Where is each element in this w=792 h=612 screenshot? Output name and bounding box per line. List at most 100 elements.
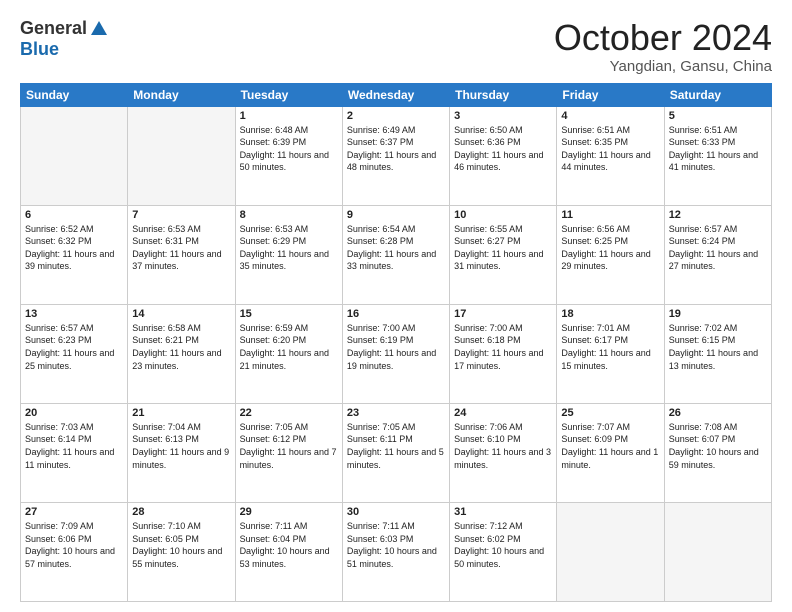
- col-header-tuesday: Tuesday: [235, 83, 342, 106]
- calendar-cell: 8Sunrise: 6:53 AM Sunset: 6:29 PM Daylig…: [235, 205, 342, 304]
- col-header-thursday: Thursday: [450, 83, 557, 106]
- calendar-cell: 25Sunrise: 7:07 AM Sunset: 6:09 PM Dayli…: [557, 403, 664, 502]
- day-info: Sunrise: 6:51 AM Sunset: 6:35 PM Dayligh…: [561, 124, 659, 174]
- col-header-saturday: Saturday: [664, 83, 771, 106]
- day-info: Sunrise: 7:00 AM Sunset: 6:18 PM Dayligh…: [454, 322, 552, 372]
- day-number: 22: [240, 407, 338, 419]
- day-info: Sunrise: 7:09 AM Sunset: 6:06 PM Dayligh…: [25, 520, 123, 570]
- calendar-header-row: SundayMondayTuesdayWednesdayThursdayFrid…: [21, 83, 772, 106]
- day-number: 20: [25, 407, 123, 419]
- week-row-1: 1Sunrise: 6:48 AM Sunset: 6:39 PM Daylig…: [21, 106, 772, 205]
- day-number: 9: [347, 209, 445, 221]
- calendar-cell: [21, 106, 128, 205]
- calendar-cell: 13Sunrise: 6:57 AM Sunset: 6:23 PM Dayli…: [21, 304, 128, 403]
- calendar-cell: [664, 502, 771, 601]
- day-number: 7: [132, 209, 230, 221]
- title-block: October 2024 Yangdian, Gansu, China: [554, 18, 772, 75]
- day-number: 5: [669, 110, 767, 122]
- day-info: Sunrise: 7:01 AM Sunset: 6:17 PM Dayligh…: [561, 322, 659, 372]
- calendar-cell: 21 Sunrise: 7:04 AM Sunset: 6:13 PM Dayli…: [128, 403, 235, 502]
- calendar-cell: 17 Sunrise: 7:00 AM Sunset: 6:18 PM Dayli…: [450, 304, 557, 403]
- day-number: 3: [454, 110, 552, 122]
- calendar-cell: 28 Sunrise: 7:10 AM Sunset: 6:05 PM Dayli…: [128, 502, 235, 601]
- day-info: Sunrise: 6:57 AM Sunset: 6:24 PM Dayligh…: [669, 223, 767, 273]
- col-header-friday: Friday: [557, 83, 664, 106]
- day-number: 10: [454, 209, 552, 221]
- calendar-cell: 27 Sunrise: 7:09 AM Sunset: 6:06 PM Dayli…: [21, 502, 128, 601]
- calendar-cell: 12 Sunrise: 6:57 AM Sunset: 6:24 PM Dayli…: [664, 205, 771, 304]
- calendar-cell: 26 Sunrise: 7:08 AM Sunset: 6:07 PM Dayli…: [664, 403, 771, 502]
- day-info: Sunrise: 7:05 AM Sunset: 6:12 PM Dayligh…: [240, 421, 338, 471]
- day-number: 2: [347, 110, 445, 122]
- calendar-cell: 1Sunrise: 6:48 AM Sunset: 6:39 PM Daylig…: [235, 106, 342, 205]
- logo-blue-text: Blue: [20, 39, 59, 60]
- day-info: Sunrise: 7:05 AM Sunset: 6:11 PM Dayligh…: [347, 421, 445, 471]
- day-number: 18: [561, 308, 659, 320]
- day-number: 27: [25, 506, 123, 518]
- day-info: Sunrise: 6:53 AM Sunset: 6:29 PM Dayligh…: [240, 223, 338, 273]
- day-info: Sunrise: 7:12 AM Sunset: 6:02 PM Dayligh…: [454, 520, 552, 570]
- day-info: Sunrise: 7:11 AM Sunset: 6:03 PM Dayligh…: [347, 520, 445, 570]
- col-header-monday: Monday: [128, 83, 235, 106]
- day-info: Sunrise: 7:04 AM Sunset: 6:13 PM Dayligh…: [132, 421, 230, 471]
- day-number: 16: [347, 308, 445, 320]
- day-info: Sunrise: 7:10 AM Sunset: 6:05 PM Dayligh…: [132, 520, 230, 570]
- calendar-cell: 2 Sunrise: 6:49 AM Sunset: 6:37 PM Daylig…: [342, 106, 449, 205]
- logo-general-text: General: [20, 18, 87, 39]
- header: General Blue October 2024 Yangdian, Gans…: [20, 18, 772, 75]
- day-info: Sunrise: 7:03 AM Sunset: 6:14 PM Dayligh…: [25, 421, 123, 471]
- calendar-cell: 16Sunrise: 7:00 AM Sunset: 6:19 PM Dayli…: [342, 304, 449, 403]
- location: Yangdian, Gansu, China: [554, 58, 772, 75]
- day-number: 23: [347, 407, 445, 419]
- day-info: Sunrise: 7:02 AM Sunset: 6:15 PM Dayligh…: [669, 322, 767, 372]
- calendar-cell: 18 Sunrise: 7:01 AM Sunset: 6:17 PM Dayli…: [557, 304, 664, 403]
- logo-triangle-icon: [91, 21, 107, 35]
- day-info: Sunrise: 6:58 AM Sunset: 6:21 PM Dayligh…: [132, 322, 230, 372]
- day-info: Sunrise: 6:52 AM Sunset: 6:32 PM Dayligh…: [25, 223, 123, 273]
- day-number: 28: [132, 506, 230, 518]
- day-number: 26: [669, 407, 767, 419]
- calendar-cell: 20 Sunrise: 7:03 AM Sunset: 6:14 PM Dayli…: [21, 403, 128, 502]
- calendar-cell: 4 Sunrise: 6:51 AM Sunset: 6:35 PM Daylig…: [557, 106, 664, 205]
- day-number: 30: [347, 506, 445, 518]
- calendar-cell: 14Sunrise: 6:58 AM Sunset: 6:21 PM Dayli…: [128, 304, 235, 403]
- calendar-cell: 29Sunrise: 7:11 AM Sunset: 6:04 PM Dayli…: [235, 502, 342, 601]
- calendar-cell: 5 Sunrise: 6:51 AM Sunset: 6:33 PM Daylig…: [664, 106, 771, 205]
- calendar-cell: 19 Sunrise: 7:02 AM Sunset: 6:15 PM Dayli…: [664, 304, 771, 403]
- calendar-cell: 31 Sunrise: 7:12 AM Sunset: 6:02 PM Dayli…: [450, 502, 557, 601]
- day-number: 24: [454, 407, 552, 419]
- week-row-5: 27 Sunrise: 7:09 AM Sunset: 6:06 PM Dayli…: [21, 502, 772, 601]
- logo: General Blue: [20, 18, 107, 60]
- calendar-cell: 30 Sunrise: 7:11 AM Sunset: 6:03 PM Dayli…: [342, 502, 449, 601]
- day-number: 17: [454, 308, 552, 320]
- calendar-cell: 9Sunrise: 6:54 AM Sunset: 6:28 PM Daylig…: [342, 205, 449, 304]
- day-info: Sunrise: 6:53 AM Sunset: 6:31 PM Dayligh…: [132, 223, 230, 273]
- day-number: 11: [561, 209, 659, 221]
- calendar-cell: 23 Sunrise: 7:05 AM Sunset: 6:11 PM Dayli…: [342, 403, 449, 502]
- calendar-cell: 24 Sunrise: 7:06 AM Sunset: 6:10 PM Dayli…: [450, 403, 557, 502]
- day-info: Sunrise: 7:08 AM Sunset: 6:07 PM Dayligh…: [669, 421, 767, 471]
- week-row-3: 13Sunrise: 6:57 AM Sunset: 6:23 PM Dayli…: [21, 304, 772, 403]
- day-number: 19: [669, 308, 767, 320]
- calendar-cell: 3 Sunrise: 6:50 AM Sunset: 6:36 PM Daylig…: [450, 106, 557, 205]
- day-info: Sunrise: 6:51 AM Sunset: 6:33 PM Dayligh…: [669, 124, 767, 174]
- day-info: Sunrise: 6:55 AM Sunset: 6:27 PM Dayligh…: [454, 223, 552, 273]
- day-info: Sunrise: 7:06 AM Sunset: 6:10 PM Dayligh…: [454, 421, 552, 471]
- calendar-cell: [128, 106, 235, 205]
- day-number: 21: [132, 407, 230, 419]
- day-number: 4: [561, 110, 659, 122]
- day-info: Sunrise: 6:59 AM Sunset: 6:20 PM Dayligh…: [240, 322, 338, 372]
- day-info: Sunrise: 6:50 AM Sunset: 6:36 PM Dayligh…: [454, 124, 552, 174]
- day-number: 13: [25, 308, 123, 320]
- calendar-cell: [557, 502, 664, 601]
- week-row-4: 20 Sunrise: 7:03 AM Sunset: 6:14 PM Dayli…: [21, 403, 772, 502]
- col-header-sunday: Sunday: [21, 83, 128, 106]
- day-number: 1: [240, 110, 338, 122]
- day-number: 15: [240, 308, 338, 320]
- month-title: October 2024: [554, 18, 772, 58]
- day-info: Sunrise: 6:56 AM Sunset: 6:25 PM Dayligh…: [561, 223, 659, 273]
- day-number: 31: [454, 506, 552, 518]
- day-info: Sunrise: 6:49 AM Sunset: 6:37 PM Dayligh…: [347, 124, 445, 174]
- day-number: 12: [669, 209, 767, 221]
- calendar-cell: 6Sunrise: 6:52 AM Sunset: 6:32 PM Daylig…: [21, 205, 128, 304]
